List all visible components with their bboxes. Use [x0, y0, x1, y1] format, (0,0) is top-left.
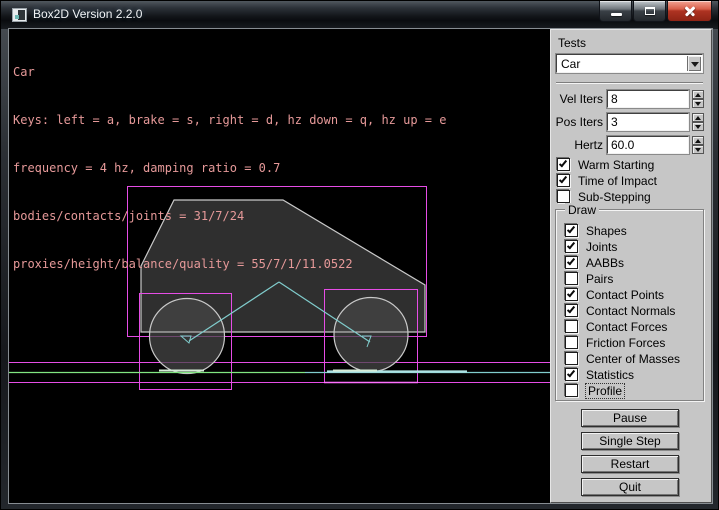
tests-dropdown[interactable]: Car: [556, 54, 703, 73]
time-of-impact-checkbox[interactable]: [557, 174, 570, 187]
vel-iters-down-button[interactable]: [692, 99, 704, 108]
window-content: Car Keys: left = a, brake = s, right = d…: [9, 29, 712, 503]
tests-dropdown-value: Car: [561, 57, 580, 71]
joints-checkbox[interactable]: [565, 240, 578, 253]
contact-normals-label: Contact Normals: [586, 304, 675, 318]
hertz-down-button[interactable]: [692, 145, 704, 154]
profile-label: Profile: [586, 384, 624, 398]
debug-text-block: Car Keys: left = a, brake = s, right = d…: [13, 32, 446, 304]
control-panel: Tests Car Vel Iters Pos Iters: [550, 29, 712, 503]
statistics-label: Statistics: [586, 368, 634, 382]
separator: [556, 82, 703, 84]
bodies-stats-text: bodies/contacts/joints = 31/7/24: [13, 208, 446, 224]
minimize-button[interactable]: [599, 1, 632, 22]
shapes-checkbox[interactable]: [565, 224, 578, 237]
window-title: Box2D Version 2.2.0: [33, 7, 142, 21]
contact-normals-checkbox[interactable]: [565, 304, 578, 317]
check-icon: [567, 289, 575, 298]
check-icon: [567, 305, 575, 314]
simulation-canvas[interactable]: Car Keys: left = a, brake = s, right = d…: [9, 29, 550, 503]
center-of-masses-checkbox[interactable]: [565, 352, 578, 365]
tests-dropdown-button[interactable]: [687, 56, 701, 71]
maximize-icon: [645, 7, 655, 15]
hertz-up-button[interactable]: [692, 136, 704, 145]
check-icon: [559, 175, 567, 184]
check-icon: [559, 159, 567, 168]
arrow-up-icon: [695, 116, 701, 120]
check-icon: [567, 225, 575, 234]
titlebar[interactable]: Box2D Version 2.2.0: [1, 1, 718, 29]
contact-forces-checkbox[interactable]: [565, 320, 578, 333]
friction-forces-label: Friction Forces: [586, 336, 665, 350]
close-button[interactable]: [667, 1, 712, 22]
pos-iters-spinner: [692, 113, 704, 131]
vel-iters-row: Vel Iters: [551, 90, 713, 108]
friction-forces-checkbox[interactable]: [565, 336, 578, 349]
minimize-icon: [611, 13, 622, 16]
restart-button[interactable]: Restart: [581, 455, 679, 473]
statistics-checkbox[interactable]: [565, 368, 578, 381]
pairs-label: Pairs: [586, 272, 613, 286]
pos-iters-up-button[interactable]: [692, 113, 704, 122]
hertz-label: Hertz: [551, 138, 603, 152]
pause-button[interactable]: Pause: [581, 409, 679, 427]
arrow-down-icon: [695, 102, 701, 106]
center-of-masses-label: Center of Masses: [586, 352, 680, 366]
time-of-impact-label: Time of Impact: [578, 174, 657, 188]
single-step-button[interactable]: Single Step: [581, 432, 679, 450]
sub-stepping-label: Sub-Stepping: [578, 190, 651, 204]
caption-buttons: [598, 1, 712, 22]
check-icon: [567, 241, 575, 250]
warm-starting-checkbox[interactable]: [557, 158, 570, 171]
arrow-down-icon: [695, 125, 701, 129]
chevron-down-icon: [691, 62, 699, 67]
vel-iters-input[interactable]: [607, 90, 689, 108]
draw-group: Draw Shapes Joints AABBs Pairs: [555, 209, 704, 401]
frequency-text: frequency = 4 hz, damping ratio = 0.7: [13, 160, 446, 176]
hertz-input[interactable]: [607, 136, 689, 154]
vel-iters-spinner: [692, 90, 704, 108]
test-name-text: Car: [13, 64, 446, 80]
front-wheel-shape: [334, 298, 408, 372]
hertz-row: Hertz: [551, 136, 713, 154]
pos-iters-input[interactable]: [607, 113, 689, 131]
proxies-stats-text: proxies/height/balance/quality = 55/7/1/…: [13, 256, 446, 272]
check-icon: [567, 257, 575, 266]
contact-forces-label: Contact Forces: [586, 320, 667, 334]
app-icon: [12, 8, 27, 22]
contact-points-checkbox[interactable]: [565, 288, 578, 301]
quit-button[interactable]: Quit: [581, 478, 679, 496]
shapes-label: Shapes: [586, 224, 627, 238]
hertz-spinner: [692, 136, 704, 154]
maximize-button[interactable]: [633, 1, 666, 22]
pos-iters-down-button[interactable]: [692, 122, 704, 131]
tests-label: Tests: [558, 36, 586, 50]
pairs-checkbox[interactable]: [565, 272, 578, 285]
draw-group-label: Draw: [565, 203, 599, 217]
joints-label: Joints: [586, 240, 617, 254]
vel-iters-label: Vel Iters: [551, 92, 603, 106]
arrow-up-icon: [695, 139, 701, 143]
aabbs-label: AABBs: [586, 256, 624, 270]
warm-starting-label: Warm Starting: [578, 158, 654, 172]
arrow-up-icon: [695, 93, 701, 97]
keys-help-text: Keys: left = a, brake = s, right = d, hz…: [13, 112, 446, 128]
vel-iters-up-button[interactable]: [692, 90, 704, 99]
contact-points-label: Contact Points: [586, 288, 664, 302]
aabbs-checkbox[interactable]: [565, 256, 578, 269]
check-icon: [567, 369, 575, 378]
arrow-down-icon: [695, 148, 701, 152]
app-window: Box2D Version 2.2.0: [0, 0, 719, 510]
sub-stepping-checkbox[interactable]: [557, 190, 570, 203]
profile-checkbox[interactable]: [565, 384, 578, 397]
pos-iters-label: Pos Iters: [551, 115, 603, 129]
pos-iters-row: Pos Iters: [551, 113, 713, 131]
